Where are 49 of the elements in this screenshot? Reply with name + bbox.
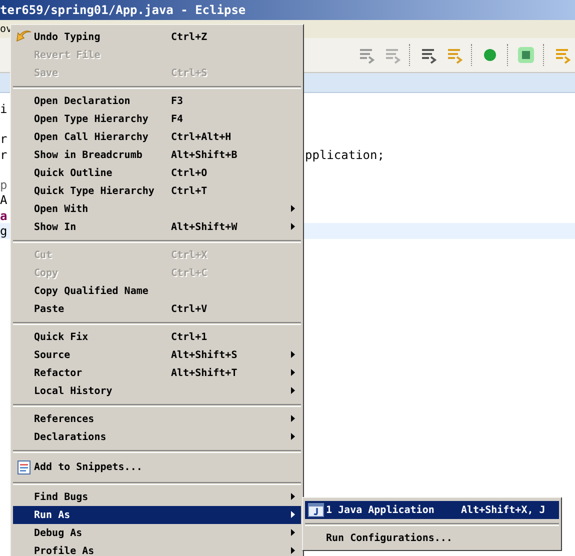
menu-item[interactable]: Open With (13, 200, 301, 218)
snippet-icon (16, 460, 30, 474)
menu-item[interactable]: Open Type Hierarchy F4 (13, 110, 301, 128)
menu-item[interactable]: Quick Type Hierarchy Ctrl+T (13, 182, 301, 200)
submenu-arrow-icon (291, 351, 295, 358)
submenu-arrow-icon (291, 433, 295, 440)
submenu-arrow-icon (291, 223, 295, 230)
menu-item[interactable]: Profile As (13, 542, 301, 556)
menu-item[interactable]: References (13, 410, 301, 428)
code-text: i (0, 102, 8, 116)
menu-item[interactable]: Source Alt+Shift+S (13, 346, 301, 364)
menu-item[interactable]: Debug As (13, 524, 301, 542)
menu-item[interactable]: Open Call Hierarchy Ctrl+Alt+H (13, 128, 301, 146)
list-icon[interactable] (419, 46, 437, 64)
code-text: p (0, 178, 8, 192)
submenu-arrow-icon (291, 387, 295, 394)
code-text: g (0, 224, 8, 238)
submenu-arrow-icon (291, 493, 295, 500)
menu-item[interactable]: Paste Ctrl+V (13, 300, 301, 318)
menu-item[interactable]: Run As (13, 506, 301, 524)
menu-item[interactable]: Local History (13, 382, 301, 400)
submenu-arrow-icon (291, 547, 295, 554)
menu-item[interactable]: 1 Java Application Alt+Shift+X, J (305, 501, 559, 519)
code-text: A (0, 193, 8, 208)
code-text: r (0, 148, 8, 162)
menu-item[interactable]: Copy Qualified Name (13, 282, 301, 300)
menu-item[interactable]: Run Configurations... (305, 529, 559, 547)
submenu-arrow-icon (291, 529, 295, 536)
stop-icon[interactable] (517, 46, 535, 64)
code-text: pplication; (305, 148, 384, 162)
submenu-arrow-icon (291, 511, 295, 518)
menu-item[interactable]: Show In Alt+Shift+W (13, 218, 301, 236)
menu-item[interactable]: Open Declaration F3 (13, 92, 301, 110)
menu-item[interactable]: Declarations (13, 428, 301, 446)
submenu-arrow-icon (291, 415, 295, 422)
menu-item[interactable]: Refactor Alt+Shift+T (13, 364, 301, 382)
java-file-icon (308, 503, 324, 517)
code-text: r (0, 132, 8, 146)
menu-item[interactable]: Quick Fix Ctrl+1 (13, 328, 301, 346)
submenu-arrow-icon (291, 205, 295, 212)
submenu-arrow-icon (291, 369, 295, 376)
menu-item[interactable]: Find Bugs (13, 488, 301, 506)
menu-item[interactable]: Quick Outline Ctrl+O (13, 164, 301, 182)
window-title: ter659/spring01/App.java - Eclipse (0, 3, 246, 17)
undo-arrow-icon (16, 30, 32, 44)
menu-item[interactable]: Undo Typing Ctrl+Z (13, 28, 301, 46)
menu-item[interactable]: Show in Breadcrumb Alt+Shift+B (13, 146, 301, 164)
code-text: a (0, 208, 8, 223)
menu-item[interactable]: Add to Snippets... (13, 456, 301, 478)
